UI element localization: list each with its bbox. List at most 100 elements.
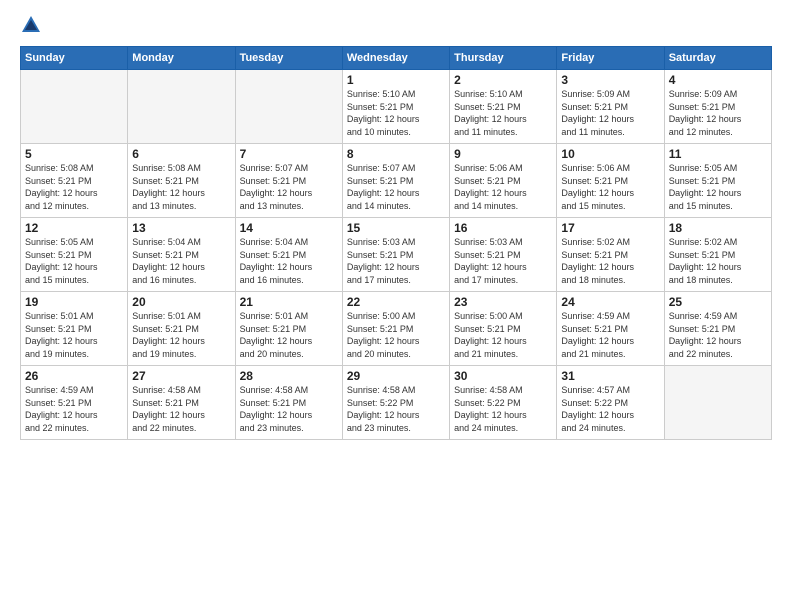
calendar-day-cell: 13Sunrise: 5:04 AM Sunset: 5:21 PM Dayli…	[128, 218, 235, 292]
weekday-header-cell: Friday	[557, 47, 664, 70]
day-info: Sunrise: 4:57 AM Sunset: 5:22 PM Dayligh…	[561, 384, 659, 434]
day-info: Sunrise: 5:06 AM Sunset: 5:21 PM Dayligh…	[454, 162, 552, 212]
day-info: Sunrise: 5:04 AM Sunset: 5:21 PM Dayligh…	[240, 236, 338, 286]
day-info: Sunrise: 5:09 AM Sunset: 5:21 PM Dayligh…	[561, 88, 659, 138]
calendar-day-cell: 29Sunrise: 4:58 AM Sunset: 5:22 PM Dayli…	[342, 366, 449, 440]
day-number: 26	[25, 369, 123, 383]
day-info: Sunrise: 4:59 AM Sunset: 5:21 PM Dayligh…	[669, 310, 767, 360]
calendar-day-cell: 18Sunrise: 5:02 AM Sunset: 5:21 PM Dayli…	[664, 218, 771, 292]
calendar-day-cell: 3Sunrise: 5:09 AM Sunset: 5:21 PM Daylig…	[557, 70, 664, 144]
day-number: 25	[669, 295, 767, 309]
day-number: 18	[669, 221, 767, 235]
day-number: 5	[25, 147, 123, 161]
day-number: 14	[240, 221, 338, 235]
day-number: 12	[25, 221, 123, 235]
calendar-week-row: 5 Sunrise: 5:08 AM Sunset: 5:21 PM Daylig…	[21, 144, 772, 218]
logo-icon	[20, 14, 42, 36]
day-info: Sunrise: 5:06 AM Sunset: 5:21 PM Dayligh…	[561, 162, 659, 212]
day-number: 10	[561, 147, 659, 161]
day-number: 2	[454, 73, 552, 87]
day-info: Sunrise: 5:08 AM Sunset: 5:21 PM Dayligh…	[132, 162, 230, 212]
day-info: Sunrise: 4:58 AM Sunset: 5:21 PM Dayligh…	[132, 384, 230, 434]
day-number: 17	[561, 221, 659, 235]
day-info: Sunrise: 4:59 AM Sunset: 5:21 PM Dayligh…	[25, 384, 123, 434]
day-info: Sunrise: 5:00 AM Sunset: 5:21 PM Dayligh…	[347, 310, 445, 360]
day-number: 7	[240, 147, 338, 161]
day-number: 29	[347, 369, 445, 383]
day-info: Sunrise: 5:07 AM Sunset: 5:21 PM Dayligh…	[240, 162, 338, 212]
header-area	[20, 16, 772, 36]
day-info: Sunrise: 5:05 AM Sunset: 5:21 PM Dayligh…	[669, 162, 767, 212]
calendar-day-cell: 9Sunrise: 5:06 AM Sunset: 5:21 PM Daylig…	[450, 144, 557, 218]
weekday-header-cell: Sunday	[21, 47, 128, 70]
calendar-body: 1Sunrise: 5:10 AM Sunset: 5:21 PM Daylig…	[21, 70, 772, 440]
day-number: 8	[347, 147, 445, 161]
day-info: Sunrise: 5:10 AM Sunset: 5:21 PM Dayligh…	[347, 88, 445, 138]
weekday-header-cell: Thursday	[450, 47, 557, 70]
day-info: Sunrise: 5:02 AM Sunset: 5:21 PM Dayligh…	[669, 236, 767, 286]
calendar-day-cell: 24Sunrise: 4:59 AM Sunset: 5:21 PM Dayli…	[557, 292, 664, 366]
calendar-table: SundayMondayTuesdayWednesdayThursdayFrid…	[20, 46, 772, 440]
calendar-day-cell: 7Sunrise: 5:07 AM Sunset: 5:21 PM Daylig…	[235, 144, 342, 218]
calendar-day-cell	[21, 70, 128, 144]
calendar-day-cell: 2Sunrise: 5:10 AM Sunset: 5:21 PM Daylig…	[450, 70, 557, 144]
day-number: 6	[132, 147, 230, 161]
day-number: 21	[240, 295, 338, 309]
calendar-day-cell: 30Sunrise: 4:58 AM Sunset: 5:22 PM Dayli…	[450, 366, 557, 440]
day-number: 24	[561, 295, 659, 309]
calendar-day-cell: 5Sunrise: 5:08 AM Sunset: 5:21 PM Daylig…	[21, 144, 128, 218]
day-number: 3	[561, 73, 659, 87]
calendar-day-cell: 20Sunrise: 5:01 AM Sunset: 5:21 PM Dayli…	[128, 292, 235, 366]
calendar-day-cell: 23Sunrise: 5:00 AM Sunset: 5:21 PM Dayli…	[450, 292, 557, 366]
weekday-header-cell: Saturday	[664, 47, 771, 70]
day-info: Sunrise: 5:04 AM Sunset: 5:21 PM Dayligh…	[132, 236, 230, 286]
day-info: Sunrise: 5:01 AM Sunset: 5:21 PM Dayligh…	[132, 310, 230, 360]
day-info: Sunrise: 4:58 AM Sunset: 5:22 PM Dayligh…	[347, 384, 445, 434]
calendar-day-cell: 12Sunrise: 5:05 AM Sunset: 5:21 PM Dayli…	[21, 218, 128, 292]
day-info: Sunrise: 4:59 AM Sunset: 5:21 PM Dayligh…	[561, 310, 659, 360]
day-info: Sunrise: 5:01 AM Sunset: 5:21 PM Dayligh…	[240, 310, 338, 360]
day-number: 20	[132, 295, 230, 309]
calendar-day-cell: 17Sunrise: 5:02 AM Sunset: 5:21 PM Dayli…	[557, 218, 664, 292]
page: SundayMondayTuesdayWednesdayThursdayFrid…	[0, 0, 792, 612]
calendar-day-cell: 4Sunrise: 5:09 AM Sunset: 5:21 PM Daylig…	[664, 70, 771, 144]
day-info: Sunrise: 5:03 AM Sunset: 5:21 PM Dayligh…	[347, 236, 445, 286]
day-number: 23	[454, 295, 552, 309]
day-number: 28	[240, 369, 338, 383]
calendar-day-cell: 19Sunrise: 5:01 AM Sunset: 5:21 PM Dayli…	[21, 292, 128, 366]
day-info: Sunrise: 5:02 AM Sunset: 5:21 PM Dayligh…	[561, 236, 659, 286]
calendar-day-cell: 27Sunrise: 4:58 AM Sunset: 5:21 PM Dayli…	[128, 366, 235, 440]
calendar-day-cell: 28Sunrise: 4:58 AM Sunset: 5:21 PM Dayli…	[235, 366, 342, 440]
day-number: 9	[454, 147, 552, 161]
day-info: Sunrise: 4:58 AM Sunset: 5:21 PM Dayligh…	[240, 384, 338, 434]
day-number: 19	[25, 295, 123, 309]
calendar-day-cell: 31Sunrise: 4:57 AM Sunset: 5:22 PM Dayli…	[557, 366, 664, 440]
calendar-week-row: 1Sunrise: 5:10 AM Sunset: 5:21 PM Daylig…	[21, 70, 772, 144]
weekday-header-cell: Monday	[128, 47, 235, 70]
calendar-day-cell: 6Sunrise: 5:08 AM Sunset: 5:21 PM Daylig…	[128, 144, 235, 218]
calendar-week-row: 26Sunrise: 4:59 AM Sunset: 5:21 PM Dayli…	[21, 366, 772, 440]
calendar-day-cell: 1Sunrise: 5:10 AM Sunset: 5:21 PM Daylig…	[342, 70, 449, 144]
day-info: Sunrise: 5:05 AM Sunset: 5:21 PM Dayligh…	[25, 236, 123, 286]
day-number: 30	[454, 369, 552, 383]
day-number: 31	[561, 369, 659, 383]
calendar-day-cell: 22Sunrise: 5:00 AM Sunset: 5:21 PM Dayli…	[342, 292, 449, 366]
day-info: Sunrise: 5:01 AM Sunset: 5:21 PM Dayligh…	[25, 310, 123, 360]
calendar-day-cell	[664, 366, 771, 440]
weekday-header-cell: Tuesday	[235, 47, 342, 70]
day-info: Sunrise: 5:07 AM Sunset: 5:21 PM Dayligh…	[347, 162, 445, 212]
day-info: Sunrise: 5:10 AM Sunset: 5:21 PM Dayligh…	[454, 88, 552, 138]
calendar-week-row: 19Sunrise: 5:01 AM Sunset: 5:21 PM Dayli…	[21, 292, 772, 366]
day-number: 16	[454, 221, 552, 235]
day-number: 4	[669, 73, 767, 87]
calendar-day-cell: 26Sunrise: 4:59 AM Sunset: 5:21 PM Dayli…	[21, 366, 128, 440]
calendar-day-cell: 16Sunrise: 5:03 AM Sunset: 5:21 PM Dayli…	[450, 218, 557, 292]
calendar-day-cell: 21Sunrise: 5:01 AM Sunset: 5:21 PM Dayli…	[235, 292, 342, 366]
calendar-week-row: 12Sunrise: 5:05 AM Sunset: 5:21 PM Dayli…	[21, 218, 772, 292]
calendar-day-cell	[235, 70, 342, 144]
day-number: 22	[347, 295, 445, 309]
calendar-day-cell: 11Sunrise: 5:05 AM Sunset: 5:21 PM Dayli…	[664, 144, 771, 218]
day-info: Sunrise: 5:03 AM Sunset: 5:21 PM Dayligh…	[454, 236, 552, 286]
calendar-day-cell: 14Sunrise: 5:04 AM Sunset: 5:21 PM Dayli…	[235, 218, 342, 292]
calendar-day-cell: 10Sunrise: 5:06 AM Sunset: 5:21 PM Dayli…	[557, 144, 664, 218]
